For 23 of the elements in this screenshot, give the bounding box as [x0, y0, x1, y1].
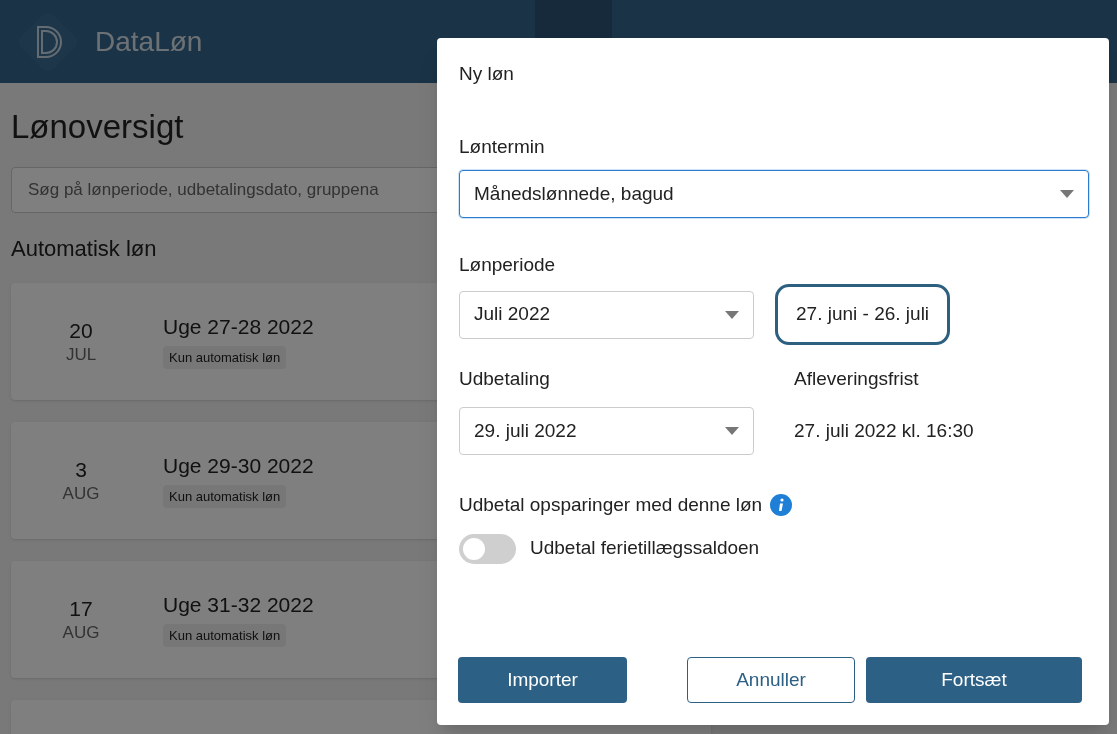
- card-day: 17: [69, 595, 93, 622]
- card-tag: Kun automatisk løn: [163, 345, 287, 370]
- card-title: Uge 29-30 2022: [163, 452, 314, 479]
- card-month: JUL: [65, 343, 97, 366]
- dialog-title: Ny løn: [459, 62, 515, 86]
- field-label: Løntermin: [459, 135, 546, 159]
- card-month: AUG: [62, 482, 100, 505]
- period-range: 27. juni - 26. juli: [775, 284, 951, 345]
- field-label: Lønperiode: [459, 253, 557, 277]
- field-label: Afleveringsfrist: [794, 367, 919, 391]
- card-tag: Kun automatisk løn: [163, 484, 287, 509]
- section-title: Automatisk løn: [11, 235, 157, 263]
- deadline-value: 27. juli 2022 kl. 16:30: [794, 418, 974, 443]
- card-month: AUG: [62, 621, 100, 644]
- toggle-label: Udbetal ferietillægssaldoen: [530, 536, 760, 561]
- card-tag: Kun automatisk løn: [163, 623, 287, 648]
- card-title: Uge 31-32 2022: [163, 591, 314, 618]
- card-day: 3: [75, 456, 87, 483]
- app-name: DataLøn: [95, 24, 203, 59]
- card-day: 20: [69, 317, 93, 344]
- field-label: Udbetaling: [459, 367, 551, 391]
- page-title: Lønoversigt: [11, 107, 184, 147]
- card-title: Uge 27-28 2022: [163, 313, 314, 340]
